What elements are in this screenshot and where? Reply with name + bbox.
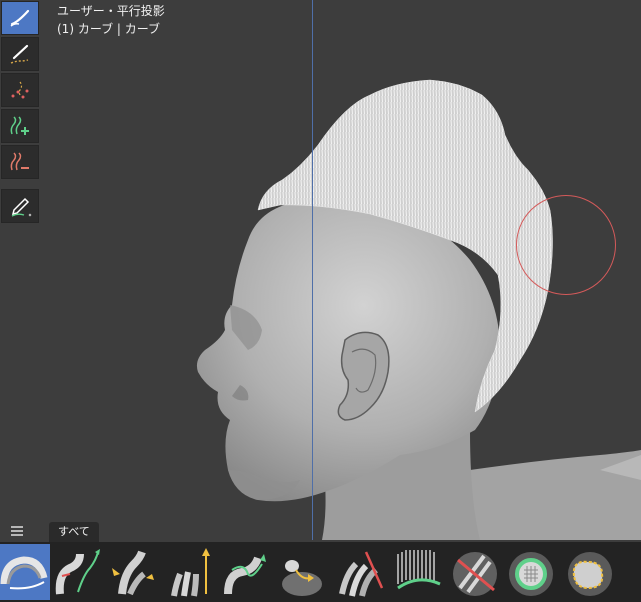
annotate-tool[interactable] xyxy=(1,189,39,223)
add-curves-tool[interactable] xyxy=(1,109,39,143)
shelf-brush-density[interactable] xyxy=(394,544,444,600)
add-curves-icon xyxy=(10,116,29,135)
remove-curves-icon xyxy=(10,152,29,171)
vertical-axis-line xyxy=(312,0,313,540)
shelf-menu-button[interactable] xyxy=(2,521,32,541)
dotted-curve-icon xyxy=(11,81,29,99)
delete-brush-icon xyxy=(453,552,497,596)
hamburger-menu-icon xyxy=(11,526,23,536)
remove-curves-tool[interactable] xyxy=(1,145,39,179)
shelf-brush-comb[interactable] xyxy=(0,544,50,600)
pinch-brush-icon xyxy=(568,552,612,596)
shelf-tab-all[interactable]: すべて xyxy=(49,522,99,542)
slide-brush-icon xyxy=(339,551,384,597)
shelf-brush-snake-hook[interactable] xyxy=(222,544,272,600)
shelf-brush-selection-paint[interactable] xyxy=(506,544,556,600)
tool-sidebar xyxy=(1,1,39,225)
draw-brush-icon xyxy=(10,9,30,27)
shelf-brush-pinch[interactable] xyxy=(562,544,612,600)
comb-brush-icon xyxy=(0,556,48,590)
smooth-brush-icon xyxy=(282,560,322,596)
head-model-with-hair-curves xyxy=(196,79,641,540)
shelf-brush-add[interactable] xyxy=(54,544,104,600)
density-brush-icon xyxy=(397,550,441,590)
pen-annotate-icon xyxy=(11,197,32,217)
shelf-brush-delete[interactable] xyxy=(450,544,500,600)
shelf-brush-grow[interactable] xyxy=(166,544,216,600)
snake-hook-brush-icon xyxy=(224,554,266,595)
add-curve-brush-icon xyxy=(55,549,100,595)
selection-paint-brush-icon xyxy=(509,552,553,596)
puff-brush-icon xyxy=(112,550,154,596)
shelf-brush-puff[interactable] xyxy=(110,544,160,600)
selection-label: (1) カーブ | カーブ xyxy=(57,22,161,36)
3d-viewport[interactable]: ユーザー・平行投影 (1) カーブ | カーブ すべて xyxy=(0,0,641,602)
grow-brush-icon xyxy=(171,548,210,597)
shelf-brush-smooth[interactable] xyxy=(278,544,328,600)
draw-curve-tool[interactable] xyxy=(1,37,39,71)
dotted-curve-tool[interactable] xyxy=(1,73,39,107)
projection-label: ユーザー・平行投影 xyxy=(57,4,165,18)
draw-curve-brush-icon xyxy=(10,44,29,64)
brush-radius-cursor xyxy=(516,195,616,295)
viewport-info-overlay: ユーザー・平行投影 (1) カーブ | カーブ xyxy=(57,2,165,38)
draw-brush-tool[interactable] xyxy=(1,1,39,35)
shelf-brush-slide[interactable] xyxy=(336,544,386,600)
